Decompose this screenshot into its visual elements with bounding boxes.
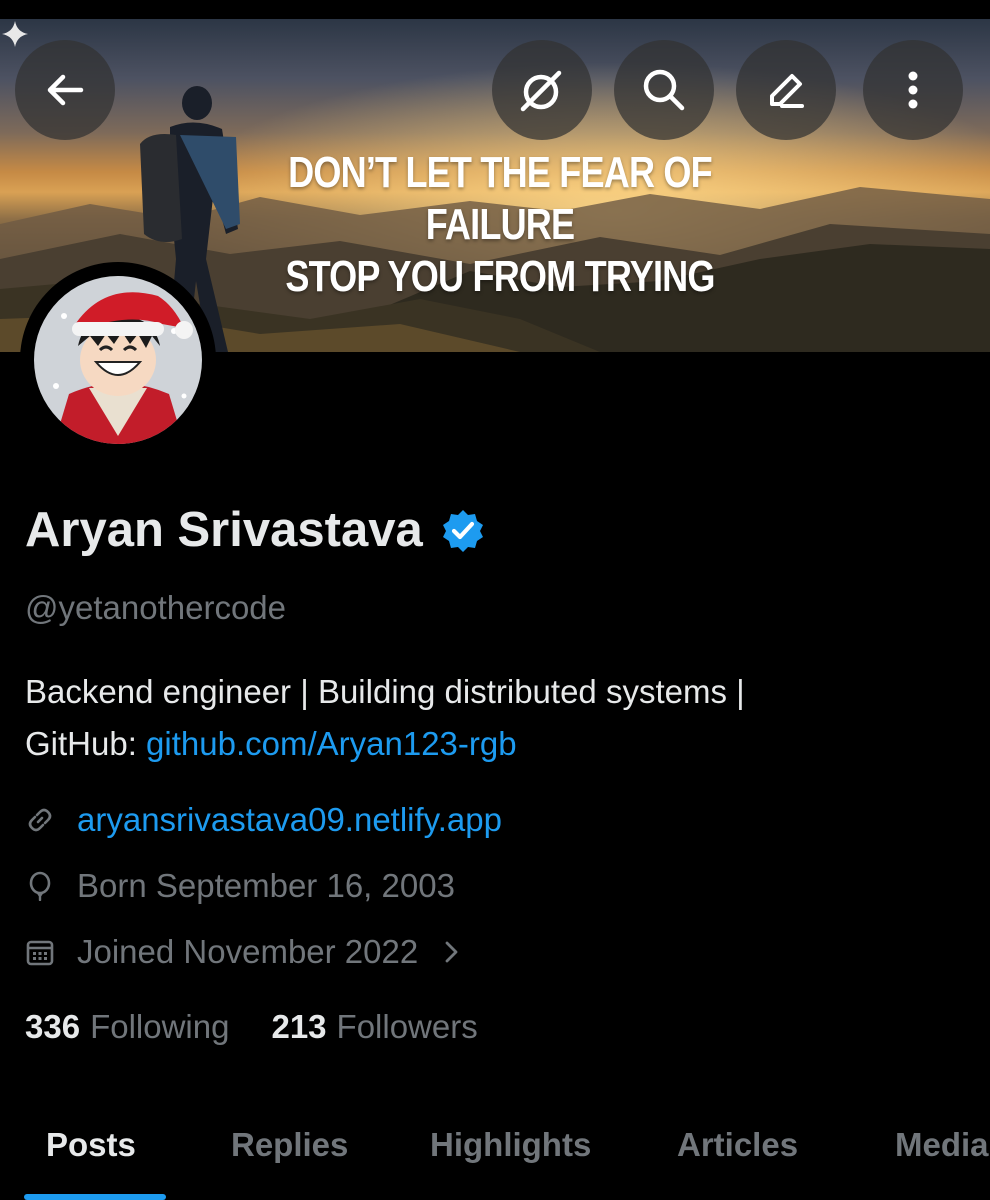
more-vertical-icon (908, 71, 918, 109)
verified-badge-icon[interactable] (441, 508, 485, 552)
back-arrow-icon (47, 74, 84, 106)
active-tab-indicator (24, 1194, 166, 1200)
sparkle-icon (2, 21, 28, 47)
back-button[interactable] (15, 40, 115, 140)
link-icon (25, 805, 55, 835)
bio-line1: Backend engineer | Building distributed … (25, 673, 745, 710)
edit-icon (770, 74, 804, 108)
followers-count: 213 (271, 1008, 327, 1045)
tab-media[interactable]: Media (895, 1126, 989, 1164)
banner-quote-line1: DON’T LET THE FEAR OF FAILURE (288, 148, 713, 249)
website-row: aryansrivastava09.netlify.app (25, 798, 502, 842)
avatar-image (34, 276, 202, 444)
banner-quote: DON’T LET THE FEAR OF FAILURE STOP YOU F… (221, 147, 779, 303)
follow-stats: 336 Following 213 Followers (25, 1008, 520, 1046)
following-count: 336 (25, 1008, 81, 1045)
more-options-button[interactable] (863, 40, 963, 140)
edit-button[interactable] (736, 40, 836, 140)
joined-text: Joined November 2022 (77, 933, 419, 970)
grok-button[interactable] (492, 40, 592, 140)
tab-articles[interactable]: Articles (677, 1126, 798, 1164)
profile-handle: @yetanothercode (25, 589, 287, 626)
following-label: Following (90, 1008, 230, 1045)
search-button[interactable] (614, 40, 714, 140)
tab-replies[interactable]: Replies (231, 1126, 348, 1164)
tab-posts[interactable]: Posts (46, 1126, 136, 1164)
followers-stat[interactable]: 213 Followers (271, 1008, 477, 1046)
status-bar-strip (0, 0, 990, 19)
chevron-right-icon (445, 941, 458, 963)
github-link[interactable]: github.com/Aryan123-rgb (146, 725, 517, 762)
balloon-icon (25, 871, 55, 901)
website-link[interactable]: aryansrivastava09.netlify.app (77, 801, 502, 839)
profile-name-row: Aryan Srivastava (25, 500, 485, 560)
following-stat[interactable]: 336 Following (25, 1008, 229, 1046)
grok-icon (520, 70, 562, 112)
profile-tabs: Posts Replies Highlights Articles Media (0, 1120, 990, 1200)
birthday-text: Born September 16, 2003 (77, 867, 455, 904)
profile-name: Aryan Srivastava (25, 503, 423, 557)
joined-row[interactable]: Joined November 2022 (25, 930, 462, 974)
profile-avatar[interactable] (20, 262, 216, 458)
search-icon (643, 69, 685, 111)
banner-quote-line2: STOP YOU FROM TRYING (285, 252, 715, 301)
tab-highlights[interactable]: Highlights (430, 1126, 591, 1164)
profile-bio: Backend engineer | Building distributed … (25, 666, 955, 770)
followers-label: Followers (336, 1008, 478, 1045)
birthday-row: Born September 16, 2003 (25, 864, 455, 908)
calendar-icon (25, 937, 55, 967)
bio-line2: GitHub: github.com/Aryan123-rgb (25, 718, 955, 770)
bio-prefix: GitHub: (25, 725, 147, 762)
